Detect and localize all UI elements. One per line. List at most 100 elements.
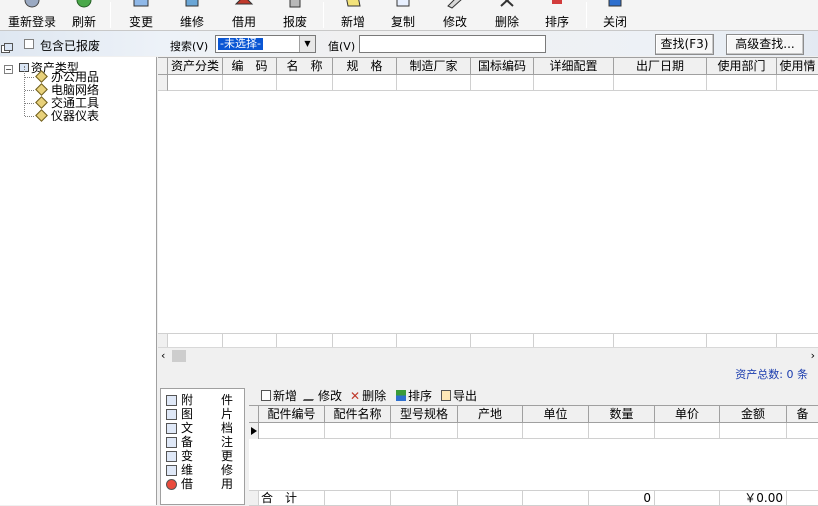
tree-item-label: 电脑网络	[51, 83, 100, 97]
edit-button[interactable]: 修改	[432, 0, 478, 30]
change-button[interactable]: 变更	[118, 0, 164, 30]
scroll-right-icon[interactable]: ›	[811, 349, 815, 362]
asset-total-status: 资产总数: 0 条	[735, 368, 808, 381]
table-cell[interactable]	[391, 423, 458, 439]
new-button[interactable]: 新增	[330, 0, 376, 30]
asset-grid-header: 资产分类 编 码 名 称 规 格 制造厂家 国标编码 详细配置 出厂日期 使用部…	[158, 58, 818, 75]
table-cell	[391, 490, 458, 506]
scrap-icon	[289, 0, 301, 8]
column-header[interactable]: 单位	[523, 406, 589, 423]
find-button[interactable]: 查找(F3)	[655, 34, 714, 55]
row-header-corner	[158, 58, 168, 75]
change-icon	[166, 451, 177, 462]
repair-button[interactable]: 维修	[168, 0, 216, 30]
list-item-label: 件	[221, 393, 234, 407]
copy-button[interactable]: 复制	[380, 0, 426, 30]
column-header[interactable]: 规 格	[333, 58, 397, 75]
column-header[interactable]: 编 码	[223, 58, 277, 75]
list-item-label: 片	[221, 407, 234, 421]
toolbar-separator	[586, 2, 587, 28]
tree-options-icon[interactable]	[1, 43, 13, 53]
column-header[interactable]: 型号规格	[391, 406, 458, 423]
table-cell[interactable]	[589, 423, 655, 439]
column-header[interactable]: 国标编码	[471, 58, 534, 75]
table-cell[interactable]	[523, 423, 589, 439]
column-header[interactable]: 使用部门	[707, 58, 777, 75]
change-icon	[133, 0, 149, 7]
list-item-repair[interactable]: 维修	[166, 464, 242, 477]
list-item-attachment[interactable]: 附件	[166, 394, 242, 407]
tree-item-instruments[interactable]: 仪器仪表	[25, 109, 99, 123]
search-field-select[interactable]: -未选择- ▼	[215, 35, 316, 53]
column-header[interactable]: 使用情	[777, 58, 818, 75]
list-item-label: 借	[181, 477, 194, 491]
category-icon	[35, 83, 48, 96]
refresh-button[interactable]: 刷新	[62, 0, 106, 30]
list-item-label: 用	[221, 477, 234, 491]
picture-icon	[166, 409, 177, 420]
scroll-left-icon[interactable]: ‹	[161, 349, 165, 362]
parts-sort-button[interactable]: 排序	[396, 388, 432, 404]
list-item-document[interactable]: 文档	[166, 422, 242, 435]
parts-delete-button[interactable]: ✕ 删除	[350, 388, 386, 404]
table-row[interactable]	[158, 75, 818, 91]
value-input[interactable]	[359, 35, 546, 53]
relogin-button[interactable]: 重新登录	[2, 0, 62, 30]
collapse-icon[interactable]: −	[4, 65, 13, 74]
column-header[interactable]: 名 称	[277, 58, 333, 75]
total-quantity: 0	[589, 490, 655, 506]
table-cell[interactable]	[458, 423, 523, 439]
parts-new-button[interactable]: 新增	[261, 388, 297, 404]
repair-icon	[185, 0, 199, 7]
list-item-note[interactable]: 备注	[166, 436, 242, 449]
tree-guide-line	[24, 66, 25, 116]
list-item-change[interactable]: 变更	[166, 450, 242, 463]
list-item-picture[interactable]: 图片	[166, 408, 242, 421]
category-icon	[35, 70, 48, 83]
column-header[interactable]: 产地	[458, 406, 523, 423]
list-item-label: 图	[181, 407, 194, 421]
current-row-indicator-icon	[249, 423, 259, 439]
column-header[interactable]: 制造厂家	[397, 58, 471, 75]
table-cell	[523, 490, 589, 506]
sort-button[interactable]: 排序	[534, 0, 580, 30]
table-cell[interactable]	[259, 423, 325, 439]
search-selected-value: -未选择-	[218, 37, 263, 50]
table-cell[interactable]	[787, 423, 818, 439]
column-header[interactable]: 配件名称	[325, 406, 391, 423]
chevron-down-icon[interactable]: ▼	[299, 36, 315, 52]
document-icon	[166, 423, 177, 434]
row-header-corner	[249, 406, 259, 423]
close-icon	[608, 0, 622, 7]
close-button[interactable]: 关闭	[592, 0, 638, 30]
advanced-find-button[interactable]: 高级查找...	[726, 34, 804, 55]
column-header[interactable]: 详细配置	[534, 58, 614, 75]
table-cell[interactable]	[720, 423, 787, 439]
column-header[interactable]: 数量	[589, 406, 655, 423]
scrollbar-thumb[interactable]	[172, 350, 186, 362]
list-item-label: 更	[221, 449, 234, 463]
delete-icon	[500, 0, 514, 7]
tree-item-label: 交通工具	[51, 96, 100, 110]
table-cell[interactable]	[325, 423, 391, 439]
total-label: 合 计	[259, 490, 325, 506]
column-header[interactable]: 资产分类	[168, 58, 223, 75]
horizontal-scrollbar[interactable]: ‹ ›	[158, 347, 818, 363]
scrap-button[interactable]: 报废	[272, 0, 318, 30]
parts-edit-button[interactable]: 修改	[302, 388, 342, 404]
parts-export-button[interactable]: 导出	[441, 388, 477, 404]
button-label: 新增	[273, 389, 298, 403]
delete-button[interactable]: 删除	[484, 0, 530, 30]
column-header[interactable]: 备	[787, 406, 818, 423]
borrow-icon	[166, 479, 177, 490]
table-cell[interactable]	[655, 423, 720, 439]
include-scrapped-checkbox[interactable]	[24, 39, 34, 49]
table-cell	[458, 490, 523, 506]
relogin-icon	[24, 0, 40, 8]
column-header[interactable]: 金额	[720, 406, 787, 423]
list-item-borrow[interactable]: 借用	[166, 478, 242, 491]
column-header[interactable]: 单价	[655, 406, 720, 423]
column-header[interactable]: 出厂日期	[614, 58, 707, 75]
column-header[interactable]: 配件编号	[259, 406, 325, 423]
borrow-button[interactable]: 借用	[220, 0, 268, 30]
